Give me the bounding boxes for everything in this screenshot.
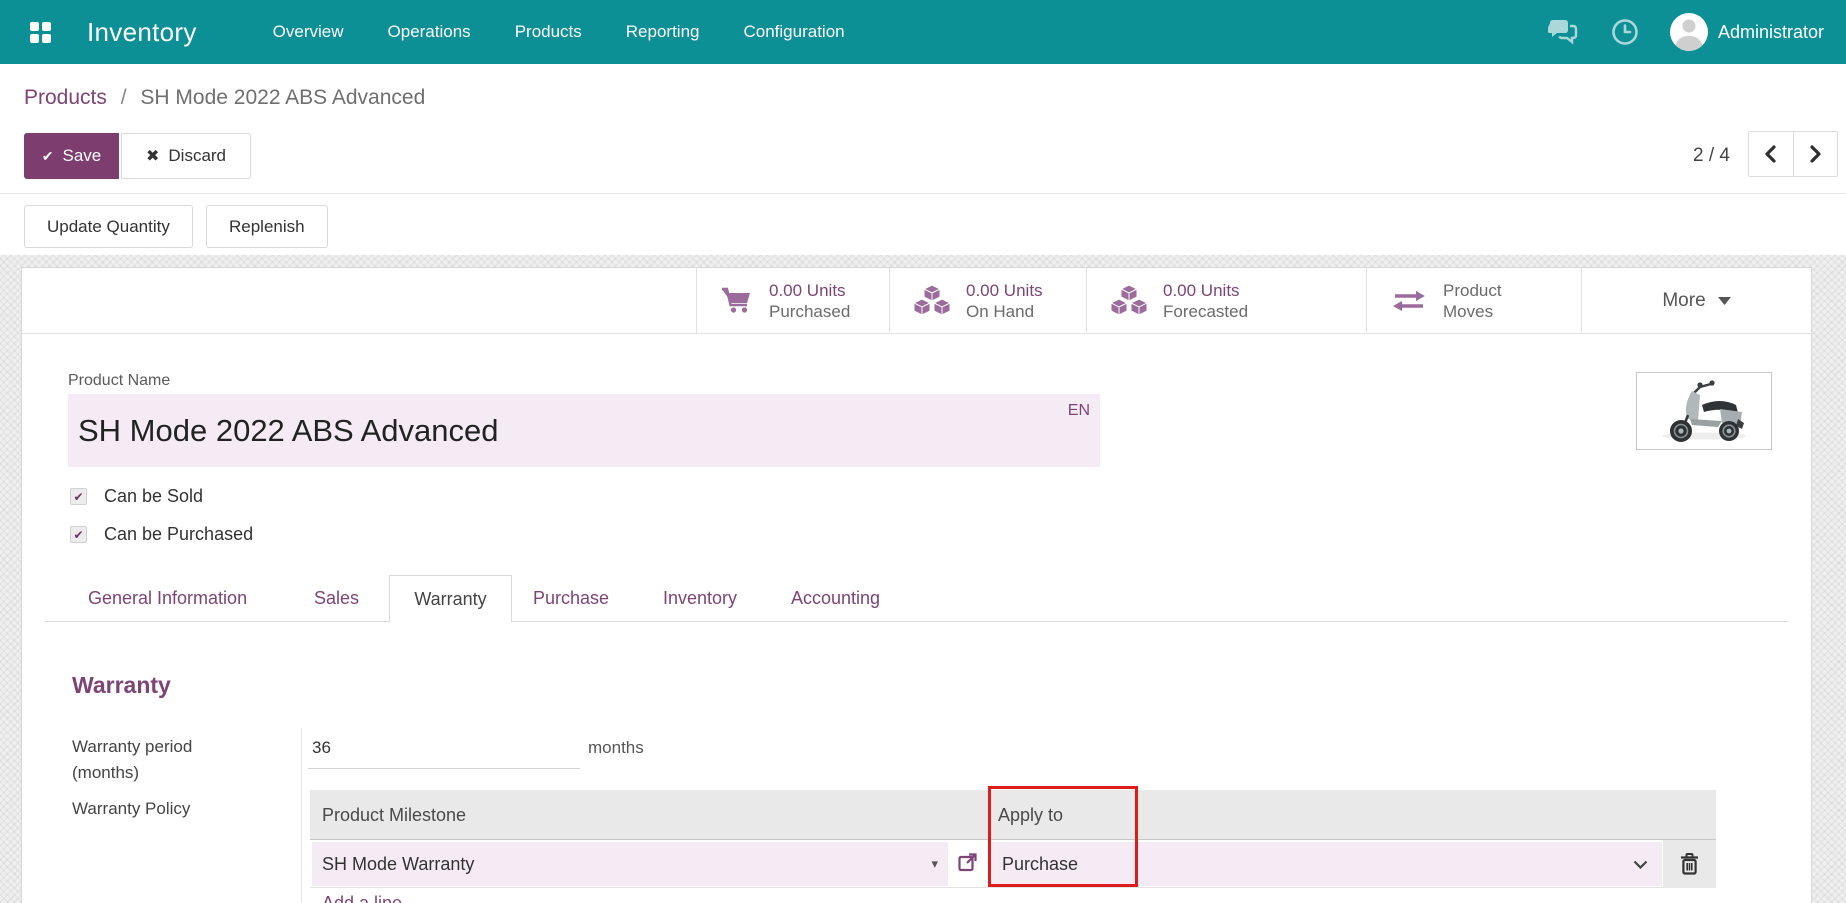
pager xyxy=(1748,131,1838,177)
language-badge[interactable]: EN xyxy=(1046,402,1090,420)
stat-forecasted-label: Forecasted xyxy=(1163,301,1248,322)
cubes-icon xyxy=(1111,285,1147,316)
replenish-button[interactable]: Replenish xyxy=(206,205,328,248)
warranty-period-label: Warranty period (months) xyxy=(72,734,262,786)
stat-product-moves-button[interactable]: Product Moves xyxy=(1366,268,1581,333)
menu-products[interactable]: Products xyxy=(515,22,582,42)
column-header-product-milestone[interactable]: Product Milestone xyxy=(322,790,466,840)
warranty-section-title: Warranty xyxy=(72,672,171,699)
table-row: SH Mode Warranty ▾ Purchase xyxy=(310,840,1716,888)
main-menu: Overview Operations Products Reporting C… xyxy=(273,22,845,42)
breadcrumb: Products / SH Mode 2022 ABS Advanced xyxy=(24,86,425,110)
app-title: Inventory xyxy=(87,17,197,48)
can-be-sold-checkbox[interactable]: ✔ xyxy=(70,488,87,505)
stat-purchased-button[interactable]: 0.00 Units Purchased xyxy=(696,268,889,333)
breadcrumb-separator: / xyxy=(121,86,127,109)
save-button[interactable]: ✔ Save xyxy=(24,133,119,179)
dropdown-caret-icon: ▾ xyxy=(931,856,938,872)
stat-on-hand-value: 0.00 Units xyxy=(966,280,1043,301)
activities-clock-icon[interactable] xyxy=(1608,17,1642,47)
tab-warranty[interactable]: Warranty xyxy=(389,575,512,623)
menu-operations[interactable]: Operations xyxy=(388,22,471,42)
tab-inventory[interactable]: Inventory xyxy=(663,575,737,622)
warranty-period-input[interactable]: 36 xyxy=(312,738,331,758)
stat-product-moves-line1: Product xyxy=(1443,280,1502,301)
can-be-sold-row[interactable]: ✔ Can be Sold xyxy=(70,486,203,507)
can-be-purchased-checkbox[interactable]: ✔ xyxy=(70,526,87,543)
user-avatar[interactable] xyxy=(1670,13,1708,51)
check-icon: ✔ xyxy=(42,148,54,165)
tab-bar xyxy=(45,575,1788,622)
table-header-row: Product Milestone Apply to xyxy=(310,790,1716,840)
product-name-label: Product Name xyxy=(68,372,170,390)
user-menu[interactable]: Administrator xyxy=(1718,22,1824,43)
apply-to-select[interactable]: Purchase xyxy=(990,842,1662,886)
pager-value: 2 / 4 xyxy=(1662,145,1730,167)
close-icon: ✖ xyxy=(146,146,159,166)
column-separator xyxy=(301,728,302,903)
more-button[interactable]: More xyxy=(1581,268,1811,333)
stat-forecasted-value: 0.00 Units xyxy=(1163,280,1248,301)
breadcrumb-current: SH Mode 2022 ABS Advanced xyxy=(140,86,425,109)
warranty-policy-table: Product Milestone Apply to SH Mode Warra… xyxy=(310,790,1716,888)
menu-reporting[interactable]: Reporting xyxy=(626,22,700,42)
odoo-product-form-screen: Inventory Overview Operations Products R… xyxy=(0,0,1846,903)
navbar-right: Administrator xyxy=(1546,13,1824,51)
product-milestone-select[interactable]: SH Mode Warranty ▾ xyxy=(312,842,948,886)
stat-on-hand-label: On Hand xyxy=(966,301,1043,322)
tab-general-information[interactable]: General Information xyxy=(88,575,247,622)
tab-purchase[interactable]: Purchase xyxy=(533,575,609,622)
pager-previous-button[interactable] xyxy=(1749,132,1793,176)
update-quantity-button[interactable]: Update Quantity xyxy=(24,205,193,248)
breadcrumb-products-link[interactable]: Products xyxy=(24,86,107,109)
select-chevron-icon xyxy=(1633,857,1648,872)
stat-purchased-label: Purchased xyxy=(769,301,850,322)
top-navbar: Inventory Overview Operations Products R… xyxy=(0,0,1846,64)
can-be-purchased-row[interactable]: ✔ Can be Purchased xyxy=(70,524,253,545)
cubes-icon xyxy=(914,285,950,316)
stat-button-row: 0.00 Units Purchased 0.00 Units On Hand … xyxy=(22,268,1811,334)
stat-forecasted-button[interactable]: 0.00 Units Forecasted xyxy=(1086,268,1366,333)
stat-on-hand-button[interactable]: 0.00 Units On Hand xyxy=(889,268,1086,333)
product-name-input[interactable]: SH Mode 2022 ABS Advanced xyxy=(68,394,1100,467)
add-a-line-link[interactable]: Add a line xyxy=(322,893,402,903)
scooter-image xyxy=(1648,379,1760,443)
external-link-icon[interactable] xyxy=(958,852,978,877)
stat-purchased-value: 0.00 Units xyxy=(769,280,850,301)
pager-next-button[interactable] xyxy=(1793,132,1838,176)
exchange-arrows-icon xyxy=(1391,289,1427,313)
menu-overview[interactable]: Overview xyxy=(273,22,344,42)
discard-button[interactable]: ✖ Discard xyxy=(121,133,251,179)
can-be-purchased-label: Can be Purchased xyxy=(104,524,253,545)
input-underline xyxy=(308,768,580,769)
delete-row-button[interactable] xyxy=(1663,840,1716,888)
product-image[interactable] xyxy=(1636,372,1772,450)
panel-divider xyxy=(0,193,1846,194)
trash-icon xyxy=(1680,853,1699,875)
menu-configuration[interactable]: Configuration xyxy=(744,22,845,42)
tab-accounting[interactable]: Accounting xyxy=(791,575,880,622)
cart-icon xyxy=(721,287,753,314)
stat-product-moves-line2: Moves xyxy=(1443,301,1502,322)
messages-icon[interactable] xyxy=(1546,17,1580,47)
column-header-apply-to[interactable]: Apply to xyxy=(998,790,1063,840)
chevron-down-icon xyxy=(1718,297,1731,305)
warranty-policy-label: Warranty Policy xyxy=(72,796,190,822)
warranty-period-unit: months xyxy=(588,738,644,758)
tab-sales[interactable]: Sales xyxy=(314,575,359,622)
apps-menu-icon[interactable] xyxy=(30,22,51,43)
can-be-sold-label: Can be Sold xyxy=(104,486,203,507)
